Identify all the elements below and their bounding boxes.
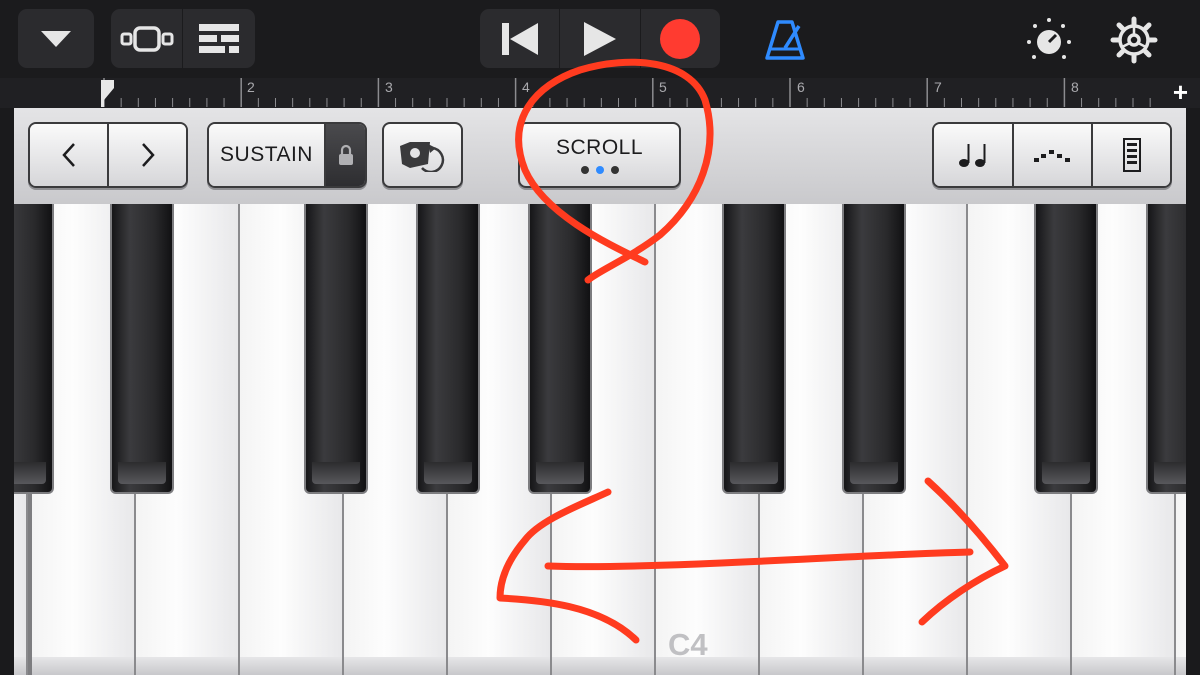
record-icon — [660, 18, 701, 59]
browser-menu-button[interactable] — [18, 9, 94, 68]
tracks-view-icon — [120, 25, 173, 52]
metronome-button[interactable] — [757, 12, 813, 68]
mode-dot — [580, 166, 589, 174]
piano-keyboard[interactable] — [14, 204, 1186, 675]
mixer-button[interactable] — [182, 9, 255, 68]
settings-button[interactable] — [1106, 12, 1162, 68]
octave-down-button[interactable] — [30, 124, 107, 186]
octave-up-button[interactable] — [107, 124, 186, 186]
glissando-icon — [1034, 150, 1071, 162]
sustain-label: SUSTAIN — [220, 143, 313, 166]
velocity-icon — [1122, 138, 1141, 172]
chevron-down-icon — [41, 30, 71, 47]
sustain-lock-button[interactable] — [324, 124, 365, 186]
keyboard-layout-buttons — [932, 122, 1172, 188]
metronome-icon — [765, 20, 805, 60]
black-key[interactable] — [842, 204, 906, 494]
velocity-button[interactable] — [1091, 124, 1170, 186]
play-icon — [583, 21, 616, 56]
skip-back-icon — [501, 22, 538, 55]
bar-number: 3 — [385, 79, 393, 95]
black-key[interactable] — [722, 204, 786, 494]
transport-controls — [480, 9, 720, 68]
mode-dot-active — [595, 166, 604, 174]
add-section-button[interactable]: + — [1173, 78, 1188, 106]
c4-key-label: C4 — [668, 627, 708, 662]
black-key[interactable] — [14, 204, 54, 494]
scroll-mode-indicator — [580, 166, 619, 174]
bar-number: 7 — [934, 79, 942, 95]
note-labels-button[interactable] — [934, 124, 1012, 186]
bar-number: 2 — [247, 79, 255, 95]
bar-number: 6 — [797, 79, 805, 95]
octave-buttons — [28, 122, 188, 188]
scroll-mode-button[interactable]: SCROLL — [518, 122, 681, 188]
sustain-control: SUSTAIN — [207, 122, 367, 188]
playhead[interactable] — [101, 80, 114, 107]
arpeggiator-icon — [399, 142, 444, 172]
bar-number: 5 — [659, 79, 667, 95]
chevron-left-icon — [61, 143, 75, 167]
notes-icon — [958, 144, 986, 167]
timeline-ruler[interactable]: 2 3 4 5 6 7 8 + — [0, 78, 1200, 108]
mixer-icon — [199, 23, 239, 53]
black-key[interactable] — [528, 204, 592, 494]
glissando-button[interactable] — [1011, 124, 1092, 186]
black-key[interactable] — [1146, 204, 1186, 494]
tracks-view-button[interactable] — [111, 9, 182, 68]
view-switcher — [111, 9, 255, 68]
master-knob-icon — [1027, 18, 1071, 59]
bar-number: 4 — [522, 79, 530, 95]
sustain-button[interactable]: SUSTAIN — [209, 124, 325, 186]
black-key[interactable] — [1034, 204, 1098, 494]
master-settings-button[interactable] — [1021, 12, 1077, 68]
record-button[interactable] — [639, 9, 720, 68]
play-button[interactable] — [559, 9, 639, 68]
mode-dot — [610, 166, 619, 174]
gear-icon — [1110, 16, 1158, 64]
keyboard-control-strip: SUSTAIN SCROLL — [14, 108, 1186, 205]
black-key[interactable] — [304, 204, 368, 494]
arpeggiator-button[interactable] — [382, 122, 463, 188]
top-toolbar — [0, 0, 1200, 78]
chevron-right-icon — [141, 143, 155, 167]
lock-icon — [338, 144, 353, 165]
go-to-start-button[interactable] — [480, 9, 559, 68]
bar-number: 8 — [1071, 79, 1079, 95]
scroll-label: SCROLL — [555, 136, 644, 159]
black-key[interactable] — [110, 204, 174, 494]
black-key[interactable] — [416, 204, 480, 494]
